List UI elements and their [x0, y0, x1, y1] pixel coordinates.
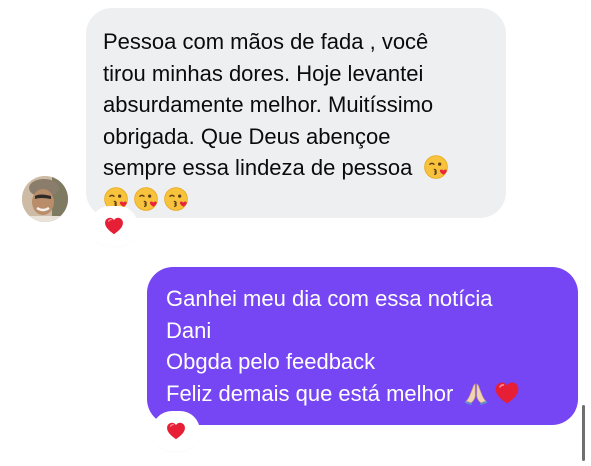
message-line: Dani	[166, 317, 212, 343]
outgoing-message-bubble[interactable]: Ganhei meu dia com essa notícia Dani Obg…	[147, 267, 578, 425]
message-line: Ganhei meu dia com essa notícia	[166, 286, 493, 311]
scrollbar[interactable]	[582, 405, 585, 461]
message-line: sempre essa lindeza de pessoa	[103, 155, 413, 180]
face-blowing-kiss-icon	[133, 186, 159, 212]
message-line-with-emoji: Feliz demais que está melhor	[166, 378, 568, 410]
face-blowing-kiss-icon	[103, 186, 129, 212]
message-line-with-emoji: sempre essa lindeza de pessoa	[103, 152, 490, 184]
contact-avatar[interactable]	[22, 176, 68, 222]
red-heart-icon	[493, 379, 521, 407]
face-blowing-kiss-icon	[163, 186, 189, 212]
outgoing-reaction-badge[interactable]	[155, 414, 197, 448]
message-thread: Pessoa com mãos de fada , você tirou min…	[0, 0, 591, 466]
message-line: Pessoa com mãos de fada , você	[103, 29, 429, 54]
emoji-row	[103, 184, 490, 216]
avatar-photo	[22, 176, 68, 222]
message-line: tirou minhas dores. Hoje levantei	[103, 60, 424, 86]
incoming-reaction-badge[interactable]	[93, 209, 135, 243]
red-heart-icon	[103, 215, 125, 237]
message-line: absurdamente melhor. Muitíssimo	[103, 92, 434, 117]
message-line: Obgda pelo feedback	[166, 349, 376, 374]
message-line: Feliz demais que está melhor	[166, 380, 454, 406]
red-heart-icon	[165, 420, 187, 442]
incoming-message-bubble[interactable]: Pessoa com mãos de fada , você tirou min…	[86, 8, 506, 218]
message-line: obrigada. Que Deus abençoe	[103, 123, 391, 149]
folded-hands-icon	[463, 380, 489, 406]
face-blowing-kiss-icon	[423, 154, 449, 180]
